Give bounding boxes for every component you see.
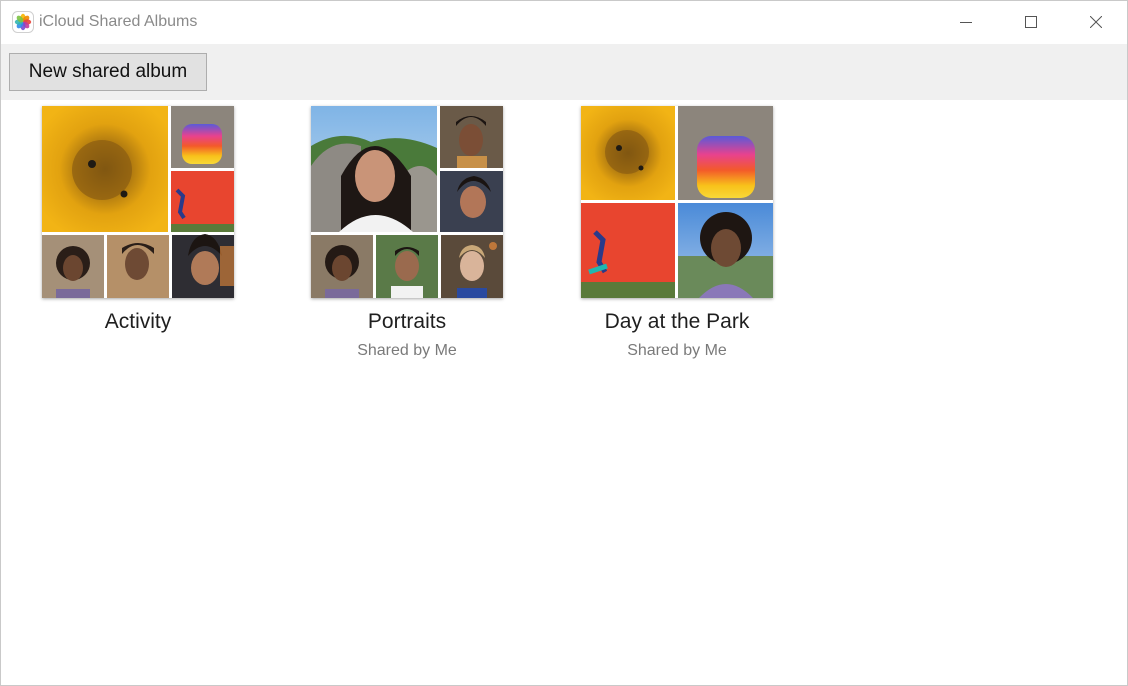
minimize-button[interactable]	[943, 1, 989, 43]
album-grid: Activity Portraits Shared by Me Day at t…	[1, 100, 1127, 685]
app-window: iCloud Shared Albums New shared album Ac…	[0, 0, 1128, 686]
album-cover[interactable]	[42, 106, 234, 298]
maximize-icon	[1025, 16, 1037, 28]
album-subtitle: Shared by Me	[627, 342, 727, 359]
maximize-button[interactable]	[1008, 1, 1054, 43]
toolbar: New shared album	[1, 44, 1127, 100]
photos-app-icon	[12, 11, 34, 33]
close-icon	[1090, 16, 1102, 28]
new-shared-album-button[interactable]: New shared album	[9, 53, 207, 91]
album-name: Activity	[104, 310, 172, 333]
album-subtitle: Shared by Me	[357, 342, 457, 359]
window-title: iCloud Shared Albums	[39, 13, 198, 30]
minimize-icon	[960, 16, 972, 28]
album-name: Portraits	[367, 310, 447, 333]
album-cover[interactable]	[581, 106, 773, 298]
album-cover[interactable]	[311, 106, 503, 298]
close-button[interactable]	[1073, 1, 1119, 43]
album-name: Day at the Park	[604, 310, 750, 333]
title-bar[interactable]: iCloud Shared Albums	[1, 1, 1127, 44]
